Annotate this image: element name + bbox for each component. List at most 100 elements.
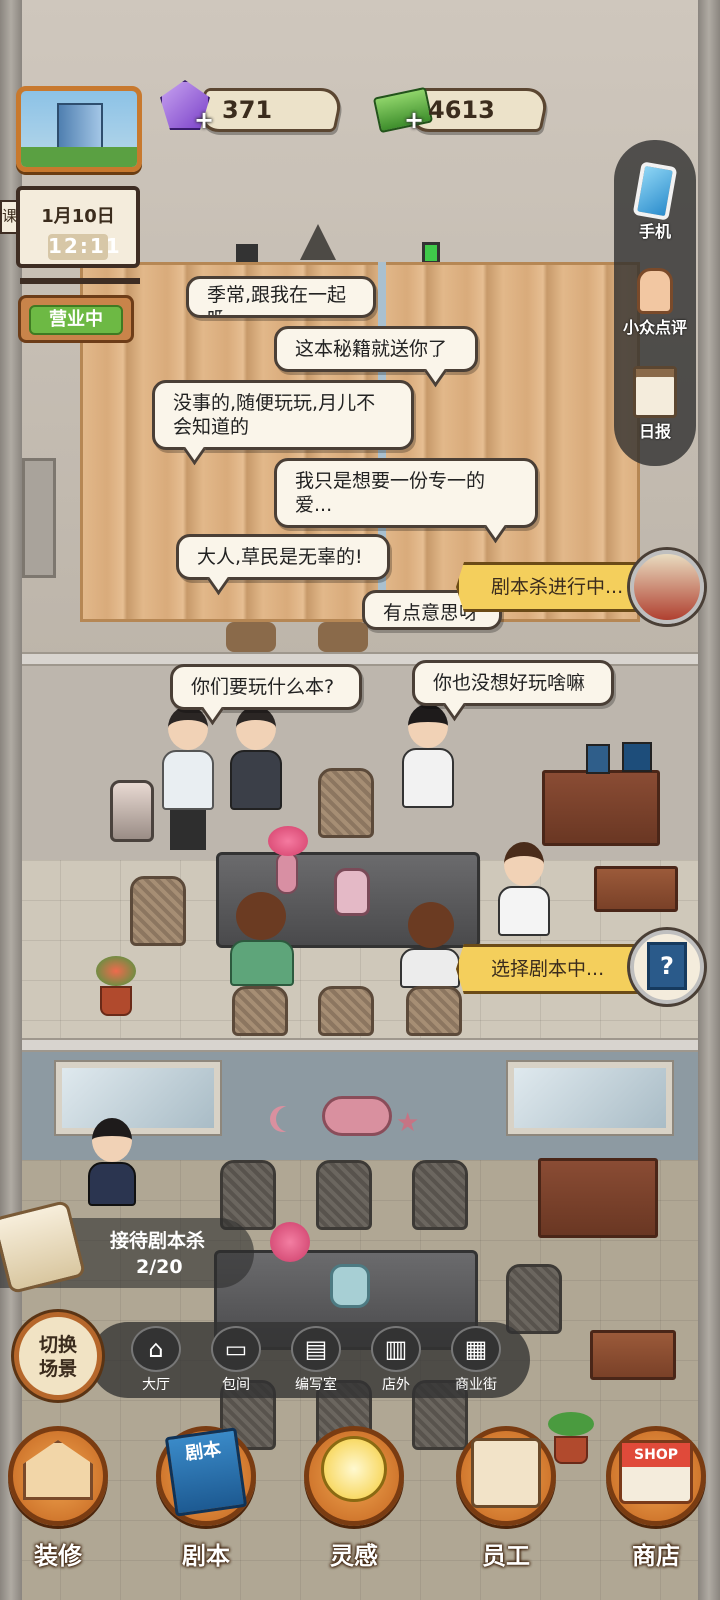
floor-divider bbox=[0, 1038, 720, 1052]
question-mark: ? bbox=[647, 942, 687, 990]
customer[interactable] bbox=[230, 706, 282, 810]
bubble-text: 没事的,随便玩玩,月儿不会知道的 bbox=[173, 392, 376, 438]
cloud-decoration-icon bbox=[322, 1096, 392, 1136]
speech-bubble: 大人,草民是无辜的! bbox=[176, 534, 390, 580]
switch-scene-button[interactable]: 切换场景 bbox=[14, 1312, 102, 1400]
sign-bracket bbox=[20, 278, 140, 284]
daily-report-label: 日报 bbox=[638, 422, 671, 441]
chair bbox=[232, 986, 288, 1036]
speech-bubble: 我只是想要一份专一的爱... bbox=[274, 458, 538, 528]
bookshelf-cabinet[interactable] bbox=[538, 1158, 658, 1238]
window bbox=[508, 1062, 672, 1134]
selecting-script-banner[interactable]: 选择剧本中... bbox=[456, 944, 652, 994]
add-cash-icon[interactable]: + bbox=[404, 106, 424, 134]
calendar: 1月10日 12:11 bbox=[16, 186, 140, 268]
scene-label: 包间 bbox=[222, 1377, 250, 1393]
window bbox=[56, 1062, 220, 1134]
customer-body bbox=[162, 750, 214, 810]
chair bbox=[506, 1264, 562, 1334]
lamp-icon bbox=[236, 244, 258, 264]
chair-back bbox=[318, 622, 368, 652]
chair bbox=[406, 986, 462, 1036]
exit-light-icon bbox=[422, 242, 440, 264]
gem-amount: 371 bbox=[222, 96, 273, 124]
scene-street-button[interactable]: ▦ 商业街 bbox=[444, 1326, 508, 1393]
potted-plant bbox=[96, 956, 136, 1020]
customer-head bbox=[504, 842, 544, 886]
task-progress: 2/20 bbox=[136, 1256, 183, 1278]
side-tab-label: 课 bbox=[2, 207, 18, 225]
desk-icon: ▤ bbox=[291, 1326, 341, 1372]
teapot bbox=[330, 1264, 370, 1308]
customer-head bbox=[236, 706, 276, 750]
side-menu: 手机 小众点评 日报 bbox=[614, 140, 696, 466]
staff-body bbox=[88, 1162, 136, 1206]
open-sign[interactable]: 营业中 bbox=[18, 295, 134, 343]
reviews-button[interactable]: 小众点评 bbox=[614, 268, 696, 338]
scene-lobby-button[interactable]: ⌂ 大厅 bbox=[124, 1326, 188, 1393]
bubble-text: 你们要玩什么本? bbox=[191, 676, 335, 698]
question-script-icon[interactable]: ? bbox=[630, 930, 704, 1004]
customer-body bbox=[230, 750, 282, 810]
chair-back bbox=[226, 622, 276, 652]
lightbulb-icon bbox=[321, 1436, 387, 1502]
bookshelf-cabinet[interactable] bbox=[542, 770, 660, 846]
bubble-text: 我只是想要一份专一的爱... bbox=[295, 470, 486, 516]
customer-body bbox=[230, 940, 294, 986]
star-decoration-icon: ★ bbox=[396, 1108, 420, 1138]
customer[interactable] bbox=[230, 892, 294, 986]
game-scene: 季常,跟我在一起吧 这本秘籍就送你了 没事的,随便玩玩,月儿不会知道的 我只是想… bbox=[0, 0, 720, 1600]
script-in-progress-banner[interactable]: 剧本杀进行中... bbox=[456, 562, 656, 612]
book bbox=[586, 744, 610, 774]
phone-label: 手机 bbox=[638, 222, 671, 241]
shop-street-icon: ▦ bbox=[451, 1326, 501, 1372]
teapot bbox=[334, 868, 370, 916]
flower-vase bbox=[276, 852, 298, 894]
bubble-text: 季常,跟我在一起吧 bbox=[207, 284, 347, 315]
scene-writing-room-button[interactable]: ▤ 编写室 bbox=[284, 1326, 348, 1393]
chair bbox=[130, 876, 186, 946]
host-staff[interactable] bbox=[88, 1118, 136, 1206]
customer[interactable] bbox=[162, 706, 214, 850]
phone-button[interactable]: 手机 bbox=[614, 161, 696, 242]
chair bbox=[318, 986, 374, 1036]
flowers bbox=[270, 1222, 310, 1262]
customer[interactable] bbox=[400, 902, 460, 988]
add-gems-icon[interactable]: + bbox=[194, 106, 214, 134]
speech-bubble: 没事的,随便玩玩,月儿不会知道的 bbox=[152, 380, 414, 450]
reviews-label: 小众点评 bbox=[622, 318, 687, 337]
nav-shop-button[interactable]: SHOP 商店 bbox=[598, 1426, 714, 1596]
customer[interactable] bbox=[498, 842, 550, 936]
scene-private-room-button[interactable]: ▭ 包间 bbox=[204, 1326, 268, 1393]
scene-label: 店外 bbox=[382, 1377, 410, 1393]
clipboard-icon bbox=[633, 366, 677, 418]
open-status: 营业中 bbox=[29, 305, 123, 335]
nav-label: 员工 bbox=[482, 1542, 530, 1570]
nav-script-button[interactable]: 剧本 剧本 bbox=[148, 1426, 264, 1596]
switch-scene-label: 切换场景 bbox=[38, 1334, 77, 1380]
nav-inspiration-button[interactable]: 灵感 bbox=[296, 1426, 412, 1596]
bubble-text: 你也没想好玩啥嘛 bbox=[433, 672, 586, 694]
customer-head bbox=[408, 902, 454, 948]
shop-sign: SHOP bbox=[622, 1443, 690, 1467]
sofa-icon: ▭ bbox=[211, 1326, 261, 1372]
right-pillar bbox=[698, 0, 720, 1600]
bubble-text: 大人,草民是无辜的! bbox=[197, 546, 363, 568]
customer[interactable] bbox=[402, 704, 454, 808]
staff-head bbox=[92, 1118, 132, 1162]
task-title: 接待剧本杀 bbox=[110, 1230, 206, 1252]
chair bbox=[316, 1160, 372, 1230]
calendar-time: 12:11 bbox=[48, 234, 122, 260]
scene-outside-button[interactable]: ▥ 店外 bbox=[364, 1326, 428, 1393]
calendar-date: 1月10日 bbox=[41, 206, 115, 227]
scene-label: 大厅 bbox=[142, 1377, 170, 1393]
moon-decoration-icon bbox=[276, 1106, 302, 1132]
nav-staff-button[interactable]: 员工 bbox=[448, 1426, 564, 1596]
daily-report-button[interactable]: 日报 bbox=[614, 366, 696, 442]
trash-bin[interactable] bbox=[110, 780, 154, 842]
nav-decorate-button[interactable]: 装修 bbox=[0, 1426, 116, 1596]
script-cover-icon[interactable] bbox=[630, 550, 704, 624]
store-avatar[interactable] bbox=[16, 86, 142, 172]
floor-divider bbox=[0, 652, 720, 666]
nav-label: 装修 bbox=[34, 1542, 82, 1570]
